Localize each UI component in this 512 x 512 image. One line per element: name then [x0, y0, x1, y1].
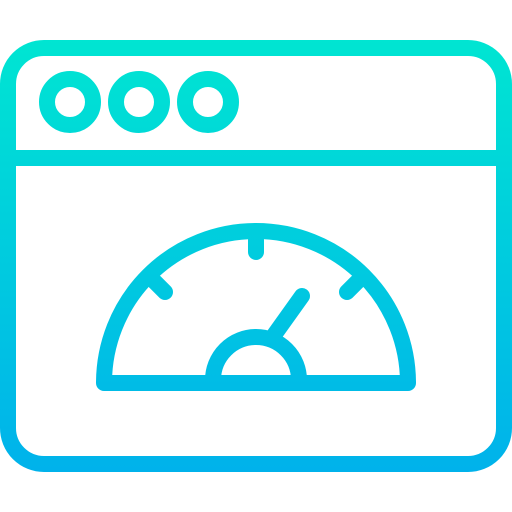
gauge-needle-hub [205, 329, 307, 388]
window-dot-icon [177, 71, 239, 133]
speedometer-icon [96, 223, 416, 391]
gauge-tick [339, 274, 365, 300]
gauge-needle [264, 288, 310, 346]
browser-speedometer-icon [0, 0, 512, 512]
window-dot-icon [39, 71, 101, 133]
browser-speedometer-graphic [0, 40, 512, 472]
gauge-tick [147, 274, 173, 300]
window-dot-icon [108, 71, 170, 133]
